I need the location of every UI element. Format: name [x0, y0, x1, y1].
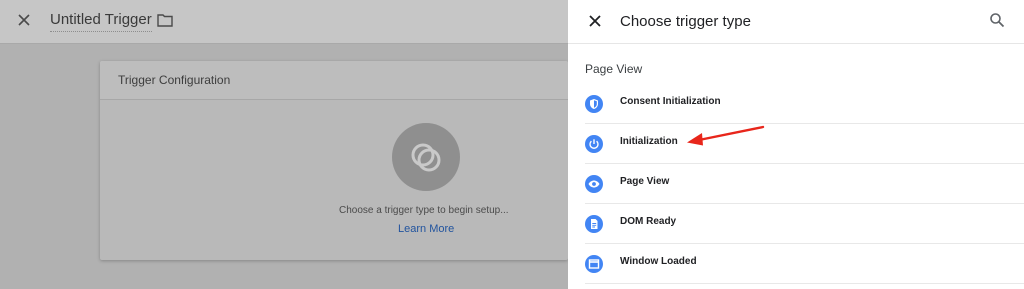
trigger-option-window-loaded[interactable]: Window Loaded	[585, 243, 1024, 284]
trigger-configuration-card: Trigger Configuration Choose a trigger t…	[100, 61, 568, 260]
learn-more-link[interactable]: Learn More	[398, 223, 454, 235]
panel-title: Choose trigger type	[620, 13, 751, 30]
trigger-icon	[411, 143, 441, 172]
document-icon	[585, 215, 603, 233]
eye-icon	[585, 175, 603, 193]
shield-icon	[585, 95, 603, 113]
trigger-option-consent-initialization[interactable]: Consent Initialization	[585, 83, 1024, 124]
section-heading: Page View	[585, 62, 643, 76]
close-icon[interactable]	[15, 11, 33, 29]
power-icon	[585, 135, 603, 153]
search-icon[interactable]	[989, 12, 1005, 28]
choose-trigger-type-panel: Choose trigger type Page View Consent In…	[568, 0, 1024, 289]
trigger-type-placeholder[interactable]	[392, 123, 460, 191]
card-title: Trigger Configuration	[118, 73, 231, 87]
trigger-option-label: Window Loaded	[620, 256, 697, 267]
trigger-editor-header: Untitled Trigger	[0, 0, 568, 44]
trigger-option-label: Consent Initialization	[620, 96, 721, 107]
folder-icon[interactable]	[157, 13, 173, 27]
setup-hint: Choose a trigger type to begin setup...	[339, 205, 509, 216]
trigger-name-field[interactable]: Untitled Trigger	[50, 11, 152, 32]
trigger-option-dom-ready[interactable]: DOM Ready	[585, 203, 1024, 244]
trigger-option-initialization[interactable]: Initialization	[585, 123, 1024, 164]
window-icon	[585, 255, 603, 273]
close-icon[interactable]	[587, 13, 603, 29]
trigger-option-label: Page View	[620, 176, 670, 187]
trigger-option-label: Initialization	[620, 136, 678, 147]
trigger-option-label: DOM Ready	[620, 216, 677, 227]
annotation-arrow-icon	[687, 125, 765, 146]
trigger-option-page-view[interactable]: Page View	[585, 163, 1024, 204]
panel-header: Choose trigger type	[568, 0, 1024, 44]
